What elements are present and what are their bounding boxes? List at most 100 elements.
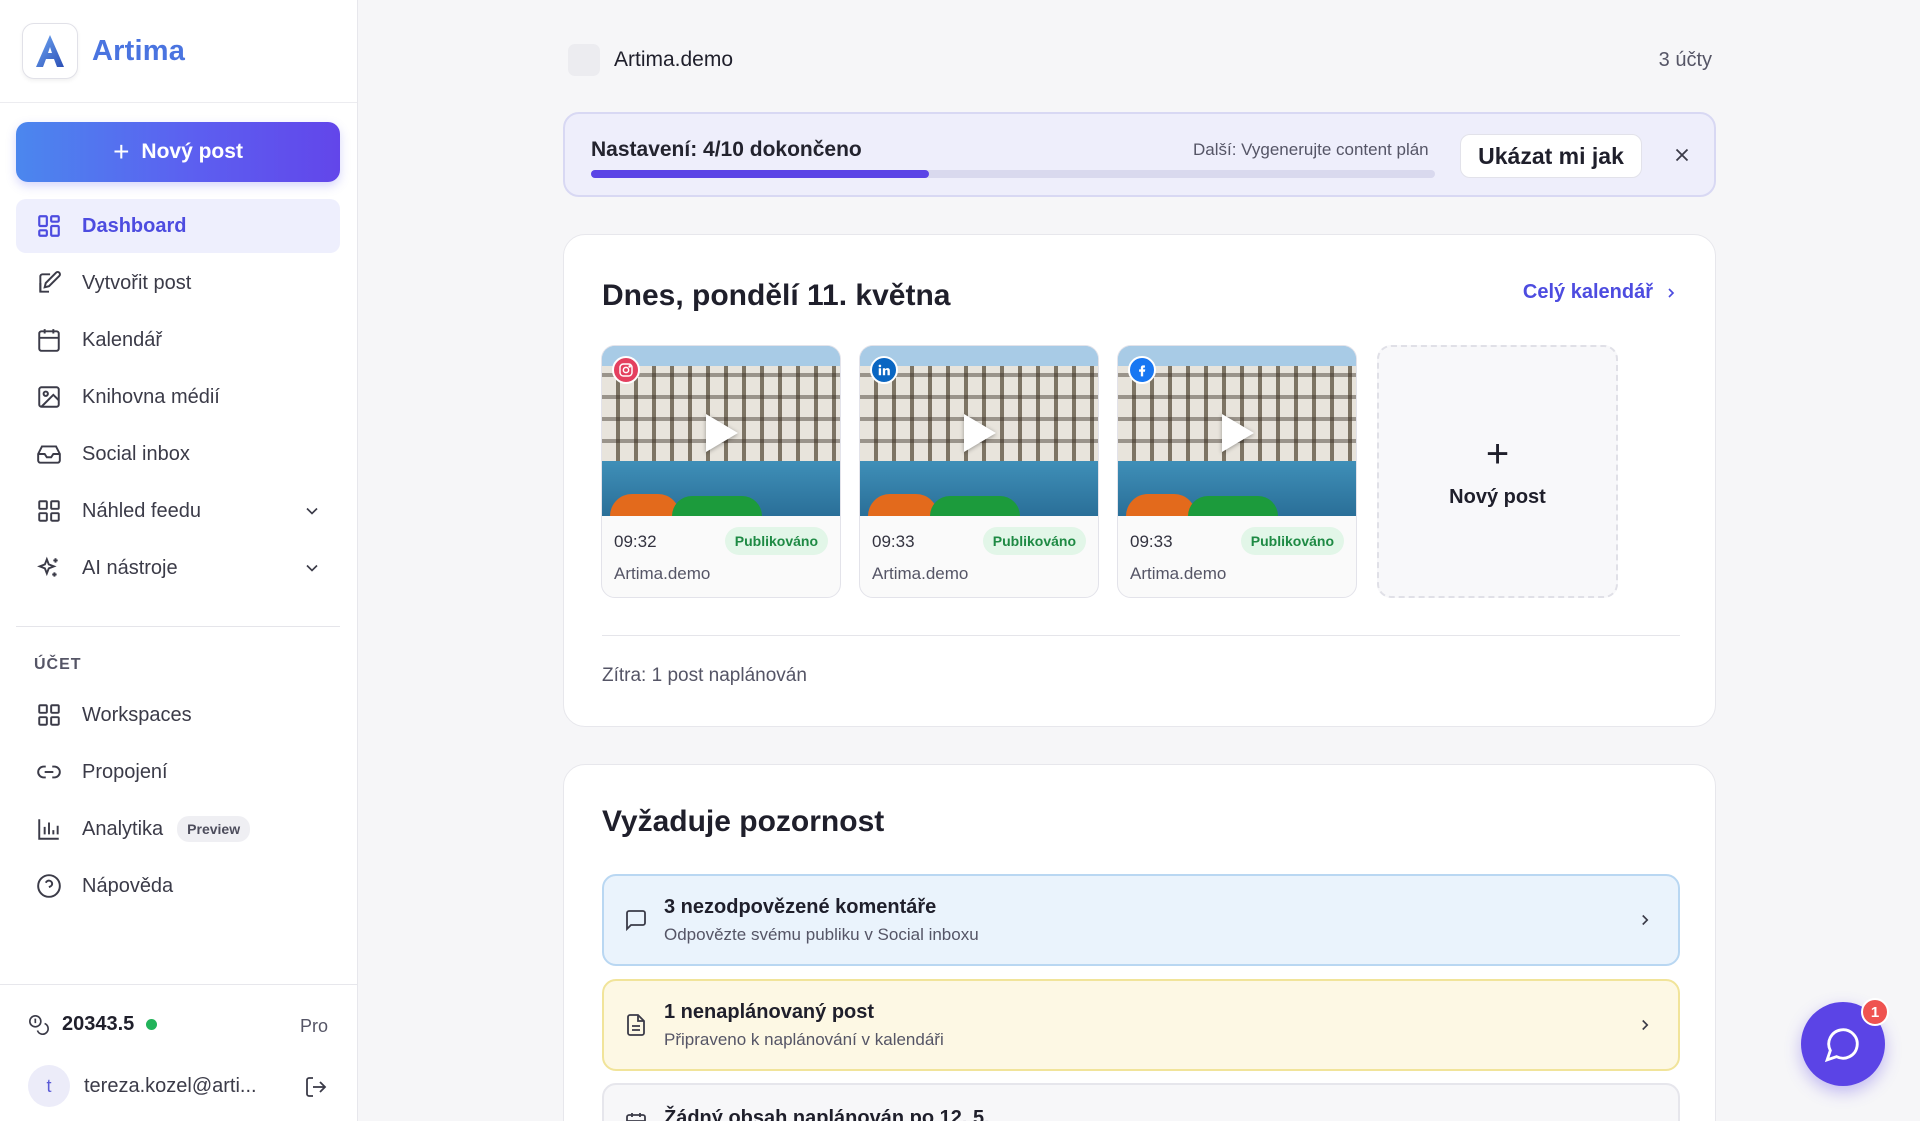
sidebar-item-social-inbox[interactable]: Social inbox [16,427,340,481]
sidebar: Artima + Nový post Dashboard Vytvořit po… [0,0,358,1121]
plus-icon: + [113,136,130,167]
sidebar-item-connections[interactable]: Propojení [16,745,340,799]
attention-card: Vyžaduje pozornost 3 nezodpovězené komen… [563,764,1716,1121]
chevron-right-icon [1636,1016,1654,1039]
sparkle-icon [34,553,64,583]
chevron-down-icon[interactable] [302,558,322,584]
status-badge: Publikováno [1240,527,1344,555]
setup-next-step: Další: Vygenerujte content plán [1193,140,1429,159]
notification-badge: 1 [1861,998,1889,1026]
workspace-avatar [568,44,600,76]
attention-item-no-content[interactable]: Žádný obsah naplánován po 12. 5. [602,1083,1680,1121]
workspace-selector[interactable]: Artima.demo [568,44,733,76]
brand: Artima [0,0,357,103]
image-icon [34,382,64,412]
help-icon [34,871,64,901]
sidebar-item-label: Dashboard [82,214,187,237]
sidebar-item-label: Workspaces [82,703,192,726]
sidebar-item-ai-tools[interactable]: AI nástroje [16,541,340,595]
plan-label: Pro [299,1016,328,1036]
brand-name: Artima [92,34,186,67]
status-dot [146,1019,158,1030]
attention-item-title: 1 nenaplánovaný post [664,1000,875,1023]
sidebar-footer: 20343.5 Pro t tereza.kozel@arti... [0,984,358,1121]
post-time: 09:32 [614,532,657,551]
sidebar-divider [16,626,340,627]
full-calendar-label: Celý kalendář [1522,281,1653,303]
account-section-label: ÚČET [34,656,82,673]
divider [602,635,1680,636]
attention-item-subtitle: Připraveno k naplánování v kalendáři [664,1029,944,1049]
account-nav: Workspaces Propojení Analytika Preview N… [16,688,340,916]
sidebar-item-label: Kalendář [82,328,163,351]
sidebar-item-calendar[interactable]: Kalendář [16,313,340,367]
calendar-icon [34,325,64,355]
edit-icon [34,268,64,298]
instagram-icon [612,356,640,384]
chevron-down-icon[interactable] [302,501,322,527]
logout-icon[interactable] [304,1075,328,1104]
accounts-count[interactable]: 3 účty [1659,49,1712,72]
new-post-tile[interactable]: + Nový post [1377,345,1618,598]
post-thumbnail [1118,346,1356,516]
new-post-label: Nový post [141,140,243,163]
sidebar-item-workspaces[interactable]: Workspaces [16,688,340,742]
play-icon [964,414,996,452]
full-calendar-link[interactable]: Celý kalendář [1523,281,1679,304]
status-badge: Publikováno [982,527,1086,555]
post-tile[interactable]: 09:33 Publikováno Artima.demo [859,345,1099,598]
user-row: t tereza.kozel@arti... [28,1065,328,1107]
credits-value: 20343.5 [62,1013,135,1035]
sidebar-item-help[interactable]: Nápověda [16,859,340,913]
post-account: Artima.demo [1130,564,1227,583]
post-tile[interactable]: 09:32 Publikováno Artima.demo [601,345,841,598]
sidebar-item-dashboard[interactable]: Dashboard [16,199,340,253]
post-account: Artima.demo [872,564,969,583]
sidebar-item-feed-preview[interactable]: Náhled feedu [16,484,340,538]
sidebar-item-media-library[interactable]: Knihovna médií [16,370,340,424]
user-email: tereza.kozel@arti... [84,1074,257,1097]
attention-title: Vyžaduje pozornost [602,805,885,838]
avatar[interactable]: t [28,1065,70,1107]
chevron-right-icon [1636,911,1654,934]
grid-icon [34,700,64,730]
setup-progress-bar [591,170,1435,178]
attention-item-title: 3 nezodpovězené komentáře [664,895,937,918]
sidebar-item-create-post[interactable]: Vytvořit post [16,256,340,310]
comment-icon [622,906,650,934]
post-thumbnail [860,346,1098,516]
grid-icon [34,496,64,526]
attention-item-comments[interactable]: 3 nezodpovězené komentáře Odpovězte svém… [602,874,1680,966]
sidebar-item-label: Propojení [82,760,168,783]
play-icon [1222,414,1254,452]
new-post-tile-label: Nový post [1449,486,1546,508]
chevron-right-icon [1668,287,1675,298]
dashboard-icon [34,211,64,241]
setup-title: Nastavení: 4/10 dokončeno [591,138,862,161]
brand-logo[interactable] [22,23,78,79]
facebook-icon [1128,356,1156,384]
link-icon [34,757,64,787]
document-icon [622,1011,650,1039]
main-nav: Dashboard Vytvořit post Kalendář Knihovn… [16,199,340,598]
close-icon[interactable] [1671,144,1693,171]
bar-chart-icon [34,814,64,844]
tomorrow-summary: Zítra: 1 post naplánován [602,665,807,686]
post-time: 09:33 [1130,532,1173,551]
attention-item-unscheduled[interactable]: 1 nenaplánovaný post Připraveno k naplán… [602,979,1680,1071]
attention-item-title: Žádný obsah naplánován po 12. 5. [664,1107,990,1121]
sidebar-item-label: Social inbox [82,442,190,465]
plus-icon: + [1485,432,1510,476]
sidebar-item-analytics[interactable]: Analytika Preview [16,802,340,856]
show-me-how-button[interactable]: Ukázat mi jak [1460,134,1642,178]
new-post-button[interactable]: + Nový post [16,122,340,182]
preview-badge: Preview [177,816,251,842]
workspace-name: Artima.demo [614,48,734,71]
today-card: Dnes, pondělí 11. května Celý kalendář 0… [563,234,1716,727]
sidebar-item-label: Vytvořit post [82,271,192,294]
attention-item-subtitle: Odpovězte svému publiku v Social inboxu [664,924,979,944]
credits: 20343.5 [28,1013,158,1036]
post-thumbnail [602,346,840,516]
status-badge: Publikováno [724,527,828,555]
post-tile[interactable]: 09:33 Publikováno Artima.demo [1117,345,1357,598]
